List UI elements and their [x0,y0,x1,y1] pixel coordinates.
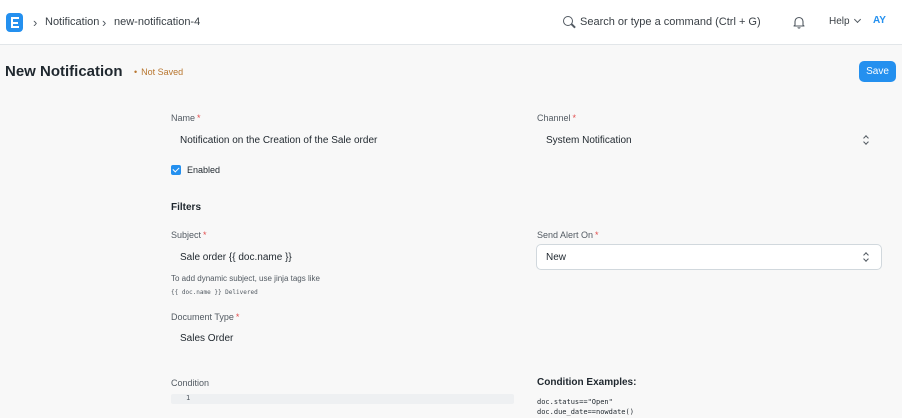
send-alert-on-label: Send Alert On * [537,230,599,240]
chevron-right-icon: › [102,15,107,30]
avatar[interactable]: AY [873,15,886,26]
condition-label: Condition [171,378,210,388]
name-input[interactable]: Notification on the Creation of the Sale… [180,135,377,146]
search-placeholder: Search or type a command (Ctrl + G) [580,16,761,28]
name-label: Name * [171,113,201,123]
enabled-checkbox[interactable] [171,165,181,175]
chevron-right-icon: › [33,15,38,30]
enabled-label: Enabled [187,165,221,175]
chevron-down-icon [853,15,861,24]
channel-select[interactable]: System Notification [546,135,632,146]
condition-example: doc.due_date==nowdate() [537,408,634,416]
document-type-input[interactable]: Sales Order [180,333,233,344]
app-logo-icon[interactable] [6,13,23,32]
help-menu[interactable]: Help [829,15,861,27]
line-number: 1 [186,394,191,402]
send-alert-on-value: New [546,252,567,263]
breadcrumb-current[interactable]: new-notification-4 [114,16,200,28]
save-button[interactable]: Save [859,61,896,82]
breadcrumb-notification[interactable]: Notification [45,16,99,28]
channel-label: Channel * [537,113,577,123]
status-indicator: Not Saved [134,67,183,77]
condition-code-editor[interactable] [171,394,514,404]
subject-help-text: To add dynamic subject, use jinja tags l… [171,274,320,283]
help-label: Help [829,16,850,27]
page-title: New Notification [5,63,123,80]
subject-help-code: {{ doc.name }} Delivered [171,289,258,296]
condition-example: doc.status=="Open" [537,398,613,406]
subject-label: Subject * [171,230,207,240]
navbar: › Notification › new-notification-4 Sear… [0,0,902,45]
document-type-label: Document Type * [171,312,240,322]
select-arrows-icon [863,252,869,262]
search-icon [563,16,573,26]
condition-examples-title: Condition Examples: [537,377,637,388]
select-arrows-icon [863,135,869,145]
subject-input[interactable]: Sale order {{ doc.name }} [180,252,292,263]
bell-icon[interactable] [792,15,806,29]
send-alert-on-select[interactable]: New [536,244,882,270]
filters-section-title: Filters [171,202,202,213]
